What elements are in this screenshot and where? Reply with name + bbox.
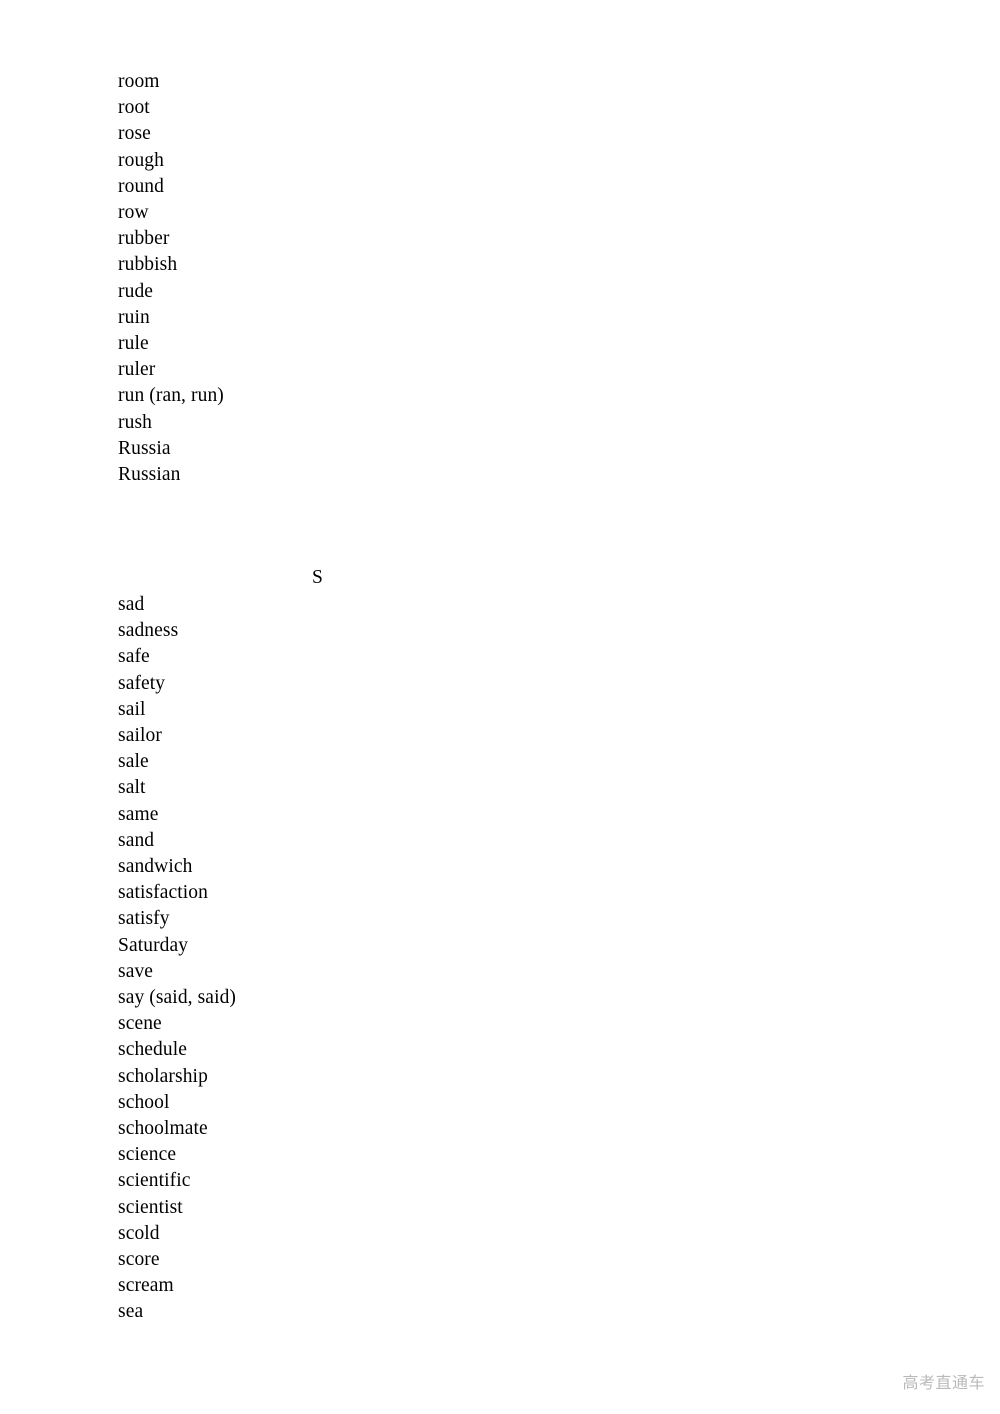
word-list-item: scientific [118,1170,191,1192]
word-list-item: sadness [118,620,179,642]
word-list-item: scientist [118,1196,183,1218]
word-list-item: sand [118,829,155,851]
word-list-item: same [118,803,159,825]
word-list-item: rubber [118,228,170,250]
word-list-item: run (ran, run) [118,385,224,407]
section-heading-s: S [312,567,324,588]
word-list-item: score [118,1249,160,1271]
word-list-item: round [118,175,164,197]
word-list-item: scold [118,1222,160,1244]
word-list-item: rubbish [118,254,178,276]
word-list-item: schoolmate [118,1118,208,1140]
word-list-item: root [118,97,150,119]
word-list-item: row [118,202,149,224]
word-list-item: sailor [118,725,162,747]
word-list-item: rule [118,333,149,355]
word-list-s-section: sad sadness safe safety sail sailor sale salt sa… [118,592,236,1326]
word-list-item: Russia [118,437,171,459]
word-list-item: ruler [118,359,156,381]
word-list-r-section: room root rose rough round row rubber rubbish ru… [118,69,224,488]
word-list-item: scholarship [118,1065,208,1087]
word-list-item: Saturday [118,934,189,956]
word-list-item: sea [118,1301,144,1323]
word-list-item: sail [118,698,146,720]
word-list-item: school [118,1091,170,1113]
watermark-text: 高考直通车 [902,1373,985,1392]
word-list-item: science [118,1144,177,1166]
word-list-item: safe [118,646,150,668]
word-list-item: schedule [118,1039,188,1061]
word-list-item: sandwich [118,856,193,878]
document-page: room root rose rough round row rubber rubbish ru… [0,0,1000,1414]
word-list-item: rude [118,280,154,302]
word-list-item: salt [118,777,146,799]
word-list-item: say (said, said) [118,987,237,1009]
word-list-item: rush [118,411,152,433]
word-list-item: Russian [118,464,181,486]
word-list-item: safety [118,672,166,694]
word-list-item: scream [118,1275,174,1297]
word-list-item: scene [118,1013,162,1035]
word-list-item: satisfaction [118,882,209,904]
word-list-item: ruin [118,306,150,328]
word-list-item: rose [118,123,151,145]
word-list-item: sale [118,751,149,773]
word-list-item: save [118,960,154,982]
word-list-item: rough [118,149,164,171]
word-list-item: room [118,71,160,92]
word-list-item: sad [118,594,145,615]
word-list-item: satisfy [118,908,170,930]
